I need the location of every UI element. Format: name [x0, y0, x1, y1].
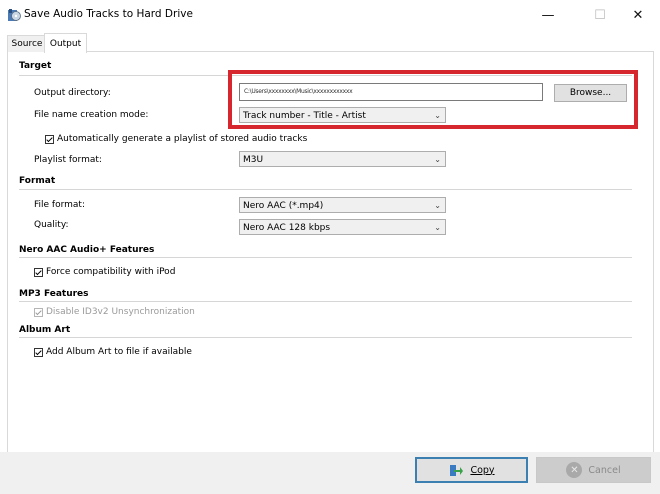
id3v2-unsync-label: Disable ID3v2 Unsynchronization [46, 307, 195, 317]
divider [19, 189, 632, 190]
checkbox-box[interactable] [45, 134, 54, 144]
section-heading-target: Target [19, 61, 52, 71]
copy-button[interactable]: Copy [415, 457, 528, 483]
tab-output[interactable]: Output [44, 33, 87, 53]
cancel-x-icon: ✕ [566, 462, 583, 478]
copy-button-label: Copy [470, 464, 495, 476]
checkbox-box[interactable] [34, 307, 43, 317]
close-button[interactable]: ✕ [616, 0, 660, 30]
minimize-button[interactable]: — [526, 0, 570, 30]
chevron-down-icon: ⌄ [434, 201, 441, 210]
divider [19, 301, 632, 302]
add-album-art-label: Add Album Art to file if available [46, 347, 192, 357]
cancel-button-label: Cancel [588, 464, 621, 476]
cancel-button[interactable]: ✕ Cancel [536, 457, 651, 483]
divider [19, 257, 632, 258]
add-album-art-checkbox[interactable]: Add Album Art to file if available [34, 347, 192, 357]
playlist-format-label: Playlist format: [34, 155, 102, 165]
section-heading-format: Format [19, 176, 56, 186]
file-format-select[interactable]: Nero AAC (*.mp4) ⌄ [239, 197, 446, 213]
quality-label: Quality: [34, 220, 69, 230]
section-heading-nero-aac: Nero AAC Audio+ Features [19, 245, 155, 255]
tab-source[interactable]: Source [7, 35, 47, 52]
file-format-value: Nero AAC (*.mp4) [243, 201, 324, 211]
file-name-mode-label: File name creation mode: [34, 110, 149, 120]
force-ipod-checkbox[interactable]: Force compatibility with iPod [34, 267, 175, 277]
highlight-box [228, 70, 638, 129]
output-directory-label: Output directory: [34, 88, 111, 98]
checkbox-box[interactable] [34, 347, 43, 357]
copy-arrow-icon [448, 462, 464, 478]
auto-playlist-checkbox[interactable]: Automatically generate a playlist of sto… [45, 134, 307, 144]
auto-playlist-label: Automatically generate a playlist of sto… [57, 134, 308, 144]
playlist-format-value: M3U [243, 155, 264, 165]
section-heading-mp3: MP3 Features [19, 289, 89, 299]
playlist-format-select[interactable]: M3U ⌄ [239, 151, 446, 167]
checkbox-box[interactable] [34, 267, 43, 277]
divider [19, 337, 632, 338]
chevron-down-icon: ⌄ [434, 223, 441, 232]
force-ipod-label: Force compatibility with iPod [46, 267, 176, 277]
window-title: Save Audio Tracks to Hard Drive [24, 8, 193, 20]
id3v2-unsync-checkbox[interactable]: Disable ID3v2 Unsynchronization [34, 307, 195, 317]
quality-select[interactable]: Nero AAC 128 kbps ⌄ [239, 219, 446, 235]
section-heading-album-art: Album Art [19, 325, 71, 335]
file-format-label: File format: [34, 200, 85, 210]
audio-cd-icon [7, 8, 21, 22]
chevron-down-icon: ⌄ [434, 155, 441, 164]
quality-value: Nero AAC 128 kbps [243, 223, 331, 233]
